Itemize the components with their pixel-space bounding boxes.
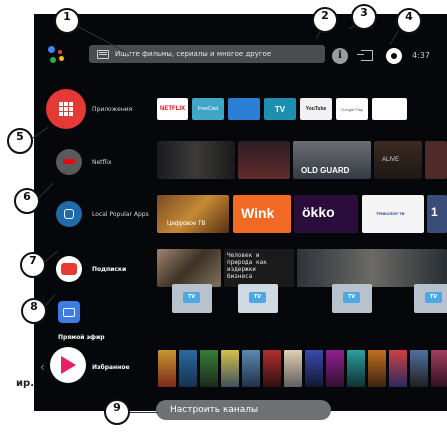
- local-tile-channel-one-text: 1: [431, 205, 438, 219]
- callout-6: 6: [14, 188, 40, 214]
- youtube-icon[interactable]: [56, 256, 82, 282]
- local-tile-channel-one[interactable]: 1: [427, 195, 447, 233]
- local-tile-digital-tv[interactable]: Цифровое ТВ: [157, 195, 229, 233]
- app-tile-google-play[interactable]: Google Play: [336, 98, 368, 120]
- favorite-poster[interactable]: [242, 350, 260, 387]
- favorite-poster[interactable]: [263, 350, 281, 387]
- local-tile-digital-tv-text: Цифровое ТВ: [167, 221, 206, 227]
- external-caption-text: ир.: [16, 378, 34, 389]
- app-tile-freecast[interactable]: FreeCast: [192, 98, 224, 120]
- favorite-poster[interactable]: [221, 350, 239, 387]
- row-label-netflix: Netflix: [92, 159, 112, 166]
- tv-icon: TV: [249, 292, 266, 303]
- netflix-tile-alive[interactable]: ALIVE: [374, 141, 422, 179]
- favorite-poster[interactable]: [410, 350, 428, 387]
- local-tile-tricolor[interactable]: ТРИКОЛОР ТВ: [362, 195, 424, 233]
- netflix-tile-2[interactable]: [238, 141, 290, 179]
- live-tile-1[interactable]: TV: [172, 284, 212, 313]
- favorite-poster[interactable]: [158, 350, 176, 387]
- search-placeholder: Ищите фильмы, сериалы и многое другое: [115, 50, 272, 58]
- tv-icon: TV: [183, 292, 200, 303]
- callout-8: 8: [21, 298, 47, 324]
- apps-grid-icon[interactable]: [46, 89, 86, 129]
- callout-5: 5: [7, 128, 33, 154]
- local-tile-wink[interactable]: Wink: [233, 195, 291, 233]
- netflix-tile-old-guard[interactable]: OLD GUARD: [293, 141, 371, 179]
- row-label-favorites: Избранное: [92, 364, 130, 371]
- search-bar[interactable]: Ищите фильмы, сериалы и многое другое: [89, 45, 325, 63]
- app-tile-blue[interactable]: [228, 98, 260, 120]
- netflix-tile-1[interactable]: [157, 141, 235, 179]
- subs-tile-nature[interactable]: Человек и природа как издержки бизнеса: [224, 249, 294, 287]
- tv-home-screen: Ищите фильмы, сериалы и многое другое i …: [34, 14, 447, 411]
- app-tile-netflix[interactable]: NETFLIX: [157, 98, 188, 120]
- callout-7: 7: [20, 252, 46, 278]
- live-tile-3[interactable]: TV: [332, 284, 372, 313]
- netflix-tile-old-guard-text: OLD GUARD: [301, 166, 350, 175]
- row-label-apps: Приложения: [92, 106, 133, 113]
- local-tile-okko-text: ökko: [302, 204, 335, 220]
- callout-3: 3: [351, 4, 377, 30]
- netflix-tile-5[interactable]: [425, 141, 447, 179]
- favorite-poster[interactable]: [200, 350, 218, 387]
- grid-icon: [59, 102, 73, 116]
- google-play-movies-icon[interactable]: [50, 347, 86, 383]
- input-source-icon[interactable]: [357, 50, 373, 61]
- live-tile-4[interactable]: TV: [414, 284, 447, 313]
- local-apps-icon[interactable]: [56, 201, 82, 227]
- netflix-tile-alive-text: ALIVE: [382, 157, 400, 163]
- clock: 4:37: [412, 51, 430, 60]
- callout-1: 1: [54, 8, 80, 34]
- google-assistant-icon[interactable]: [46, 44, 68, 66]
- keyboard-icon: [97, 49, 109, 59]
- subs-tile-1[interactable]: [157, 249, 221, 287]
- gear-icon[interactable]: [386, 48, 402, 64]
- favorite-poster[interactable]: [389, 350, 407, 387]
- app-tile-play-store[interactable]: [372, 98, 407, 120]
- live-tile-2[interactable]: TV: [238, 284, 278, 313]
- favorite-poster[interactable]: [179, 350, 197, 387]
- callout-4: 4: [396, 8, 422, 34]
- row-label-subscriptions: Подписки: [92, 266, 127, 273]
- live-tv-icon[interactable]: [58, 301, 80, 323]
- info-icon[interactable]: i: [332, 48, 348, 64]
- favorite-poster[interactable]: [326, 350, 344, 387]
- tv-icon: TV: [425, 292, 442, 303]
- chevron-left-icon[interactable]: ‹: [40, 360, 45, 374]
- subs-tile-nature-text: Человек и природа как издержки бизнеса: [227, 252, 267, 280]
- favorite-poster[interactable]: [347, 350, 365, 387]
- app-tile-youtube[interactable]: YouTube: [300, 98, 332, 120]
- row-label-local: Local Popular Apps: [92, 211, 149, 218]
- subs-tile-3[interactable]: [297, 249, 447, 287]
- local-tile-tricolor-text: ТРИКОЛОР ТВ: [376, 211, 405, 216]
- callout-9: 9: [104, 399, 130, 425]
- row-label-live: Прямой эфир: [58, 334, 105, 341]
- favorite-poster[interactable]: [284, 350, 302, 387]
- callout-line-9: [128, 412, 158, 414]
- netflix-icon[interactable]: [56, 149, 82, 175]
- favorite-poster[interactable]: [368, 350, 386, 387]
- favorite-poster[interactable]: [431, 350, 447, 387]
- favorite-poster[interactable]: [305, 350, 323, 387]
- local-tile-wink-text: Wink: [241, 205, 275, 221]
- tv-icon: TV: [343, 292, 360, 303]
- local-tile-okko[interactable]: ökko: [294, 195, 358, 233]
- customize-channels-button[interactable]: Настроить каналы: [156, 400, 331, 420]
- app-tile-tv[interactable]: TV: [264, 98, 296, 120]
- callout-2: 2: [312, 7, 338, 33]
